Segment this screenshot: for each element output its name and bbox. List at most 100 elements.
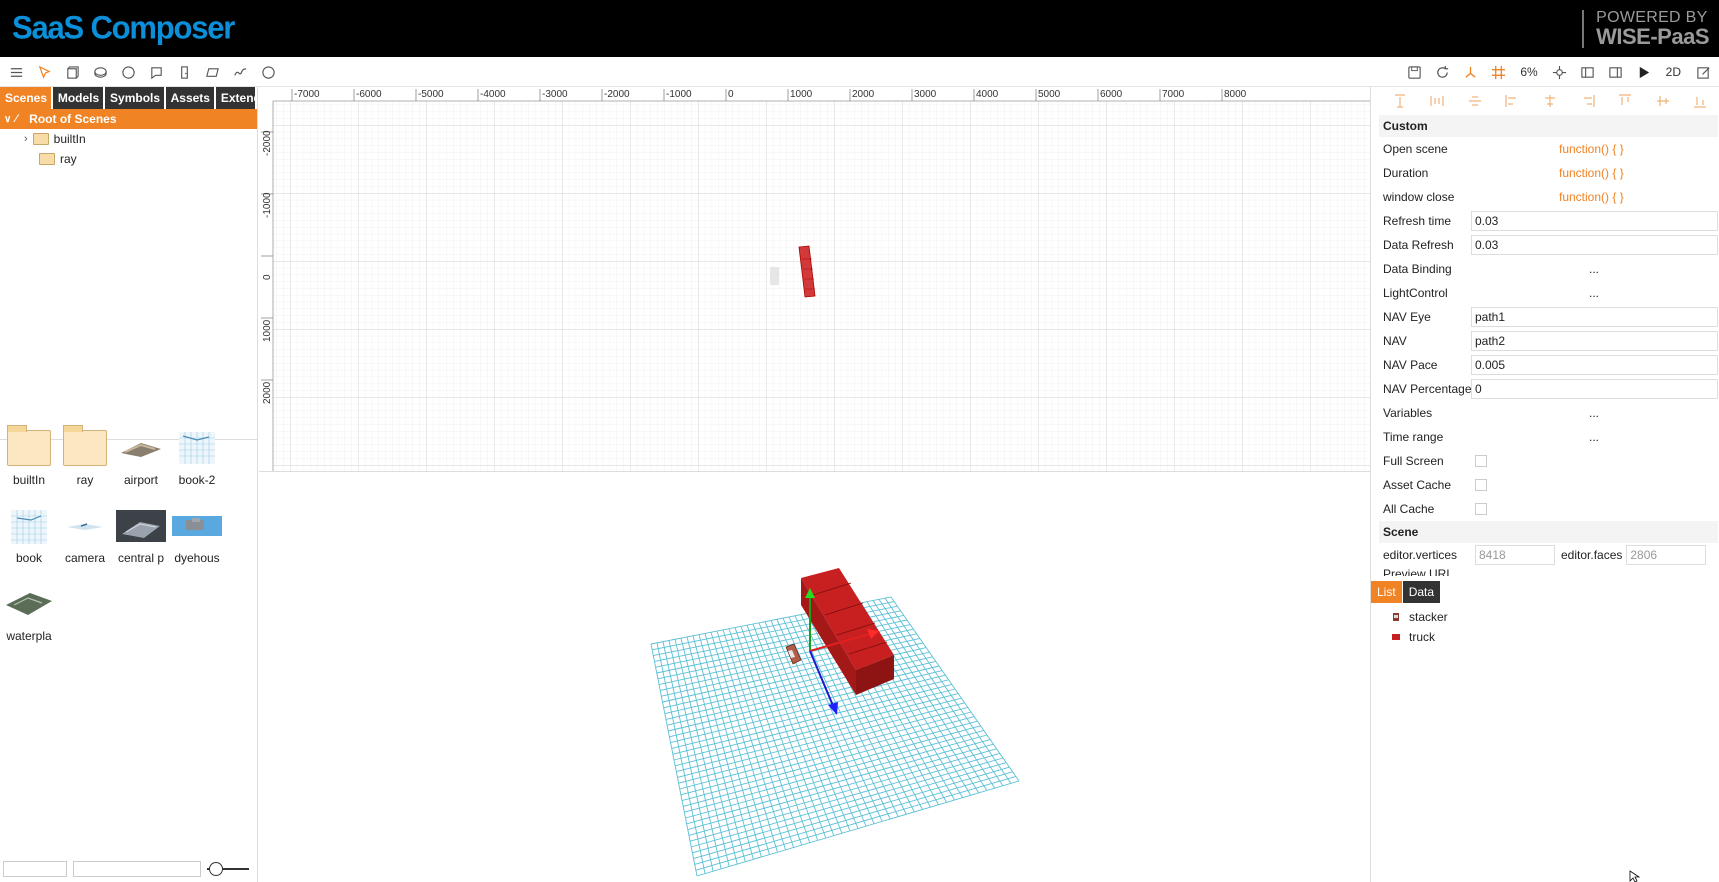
vertices-label: editor.vertices bbox=[1383, 548, 1458, 562]
list-item-truck[interactable]: truck bbox=[1391, 627, 1448, 647]
polygon-icon[interactable] bbox=[144, 62, 168, 82]
curve-icon[interactable] bbox=[228, 62, 252, 82]
chevron-down-icon[interactable]: ∨ bbox=[4, 114, 11, 125]
prop-dots-button[interactable]: ... bbox=[1471, 283, 1718, 303]
align-top-icon[interactable] bbox=[1381, 94, 1419, 108]
tab-extend3[interactable]: Extend3 bbox=[215, 87, 256, 109]
section-custom: Custom bbox=[1379, 115, 1718, 137]
cylinder-icon[interactable] bbox=[88, 62, 112, 82]
asset-grid: builtIn ray airport book-2 book camera c… bbox=[0, 425, 258, 643]
tree-item-ray[interactable]: ray bbox=[0, 149, 257, 169]
editor-area: -7000 -6000 -5000 -4000 -3000 -2000 -1000 0 1000… bbox=[259, 87, 1370, 882]
ruler-x-label: 1000 bbox=[790, 89, 813, 100]
folder-icon bbox=[32, 133, 49, 145]
prop-dots-button[interactable]: ... bbox=[1471, 427, 1718, 447]
distribute-h-icon[interactable] bbox=[1419, 94, 1457, 108]
object-stacker-2d[interactable] bbox=[770, 267, 779, 285]
prop-input[interactable]: 0.03 bbox=[1471, 211, 1718, 231]
panel-left-icon[interactable] bbox=[1576, 62, 1600, 82]
prop-input[interactable]: 0.005 bbox=[1471, 355, 1718, 375]
tab-assets[interactable]: Assets bbox=[165, 87, 214, 109]
prop-label: Full Screen bbox=[1383, 454, 1444, 468]
asset-book[interactable]: book bbox=[1, 505, 57, 565]
asset-central-p[interactable]: central p bbox=[113, 505, 169, 565]
view-3d[interactable] bbox=[259, 473, 1370, 882]
refresh-icon[interactable] bbox=[1430, 62, 1454, 82]
prop-checkbox[interactable] bbox=[1475, 503, 1487, 515]
ruler-x-label: 8000 bbox=[1224, 89, 1247, 100]
view-3d-canvas[interactable] bbox=[259, 473, 1370, 882]
align-bottom-icon[interactable] bbox=[1682, 94, 1719, 108]
list-item-stacker[interactable]: stacker bbox=[1391, 607, 1448, 627]
tab-scenes[interactable]: Scenes bbox=[0, 87, 51, 109]
prop-input[interactable]: path1 bbox=[1471, 307, 1718, 327]
asset-dyehous[interactable]: dyehous bbox=[169, 505, 225, 565]
tab-list[interactable]: List bbox=[1371, 581, 1402, 603]
prop-function[interactable]: function() { } bbox=[1471, 163, 1718, 183]
save-icon[interactable] bbox=[1402, 62, 1426, 82]
tab-symbols[interactable]: Symbols bbox=[105, 87, 164, 109]
asset-waterpla[interactable]: waterpla bbox=[1, 583, 57, 643]
menu-icon[interactable] bbox=[4, 62, 28, 82]
plane-icon[interactable] bbox=[200, 62, 224, 82]
asset-ray[interactable]: ray bbox=[57, 425, 113, 487]
grid-icon[interactable] bbox=[1486, 62, 1510, 82]
section-scene: Scene bbox=[1379, 521, 1718, 543]
asset-camera[interactable]: camera bbox=[57, 505, 113, 565]
align-vcenter-icon[interactable] bbox=[1644, 94, 1682, 108]
prop-function[interactable]: function() { } bbox=[1471, 139, 1718, 159]
prop-checkbox[interactable] bbox=[1475, 479, 1487, 491]
prop-row: Asset Cache bbox=[1379, 473, 1718, 497]
prop-row: window close function() { } bbox=[1379, 185, 1718, 209]
ruler-y-label: 0 bbox=[262, 274, 273, 280]
circle-icon[interactable] bbox=[256, 62, 280, 82]
mouse-cursor-icon bbox=[1629, 870, 1641, 882]
ruler-x-label: 2000 bbox=[852, 89, 875, 100]
tree-root[interactable]: ∨ ∕ Root of Scenes bbox=[0, 109, 257, 129]
prop-dots-button[interactable]: ... bbox=[1471, 403, 1718, 423]
prop-label: Open scene bbox=[1383, 142, 1448, 156]
view-2d-canvas[interactable]: -7000 -6000 -5000 -4000 -3000 -2000 -1000 0 1000… bbox=[259, 87, 1370, 472]
mode-2d-toggle[interactable]: 2D bbox=[1660, 65, 1687, 79]
chevron-right-icon[interactable]: › bbox=[24, 133, 28, 145]
align-middle-icon[interactable] bbox=[1456, 94, 1494, 108]
prop-label: NAV bbox=[1383, 334, 1407, 348]
prop-input[interactable]: 0 bbox=[1471, 379, 1718, 399]
prop-row: Refresh time 0.03 bbox=[1379, 209, 1718, 233]
align-right-icon[interactable] bbox=[1569, 94, 1607, 108]
asset-builtin[interactable]: builtIn bbox=[1, 425, 57, 487]
filter-input-1[interactable] bbox=[3, 861, 67, 877]
panel-right-icon[interactable] bbox=[1604, 62, 1628, 82]
prop-function[interactable]: function() { } bbox=[1471, 187, 1718, 207]
filter-input-2[interactable] bbox=[73, 861, 201, 877]
edit-window-icon[interactable] bbox=[1691, 62, 1715, 82]
crosshair-icon[interactable] bbox=[1548, 62, 1572, 82]
prop-input[interactable]: 0.03 bbox=[1471, 235, 1718, 255]
thumb-size-slider[interactable] bbox=[207, 861, 249, 877]
cube-icon[interactable] bbox=[60, 62, 84, 82]
asset-book-2[interactable]: book-2 bbox=[169, 427, 225, 487]
tree-item-builtin[interactable]: › builtIn bbox=[0, 129, 257, 149]
sphere-icon[interactable] bbox=[116, 62, 140, 82]
asset-airport[interactable]: airport bbox=[113, 427, 169, 487]
prop-label: Duration bbox=[1383, 166, 1429, 180]
zoom-level[interactable]: 6% bbox=[1514, 65, 1543, 79]
prop-dots-button[interactable]: ... bbox=[1471, 259, 1718, 279]
left-bottom-bar bbox=[3, 861, 249, 877]
align-toolbar bbox=[1371, 87, 1719, 115]
tab-data[interactable]: Data bbox=[1402, 581, 1441, 603]
axis-icon[interactable] bbox=[1458, 62, 1482, 82]
tab-models[interactable]: Models bbox=[52, 87, 104, 109]
door-icon[interactable] bbox=[172, 62, 196, 82]
align-left-icon[interactable] bbox=[1494, 94, 1532, 108]
prop-input[interactable]: path2 bbox=[1471, 331, 1718, 351]
align-top2-icon[interactable] bbox=[1606, 94, 1644, 108]
view-2d[interactable]: -7000 -6000 -5000 -4000 -3000 -2000 -1000 0 1000… bbox=[259, 87, 1370, 472]
camera-thumbnail bbox=[60, 505, 110, 547]
play-icon[interactable] bbox=[1632, 62, 1656, 82]
pointer-icon[interactable] bbox=[32, 62, 56, 82]
align-center-icon[interactable] bbox=[1531, 94, 1569, 108]
prop-checkbox[interactable] bbox=[1475, 455, 1487, 467]
stacker-icon bbox=[1393, 613, 1399, 621]
floor-grid-line bbox=[866, 601, 988, 791]
